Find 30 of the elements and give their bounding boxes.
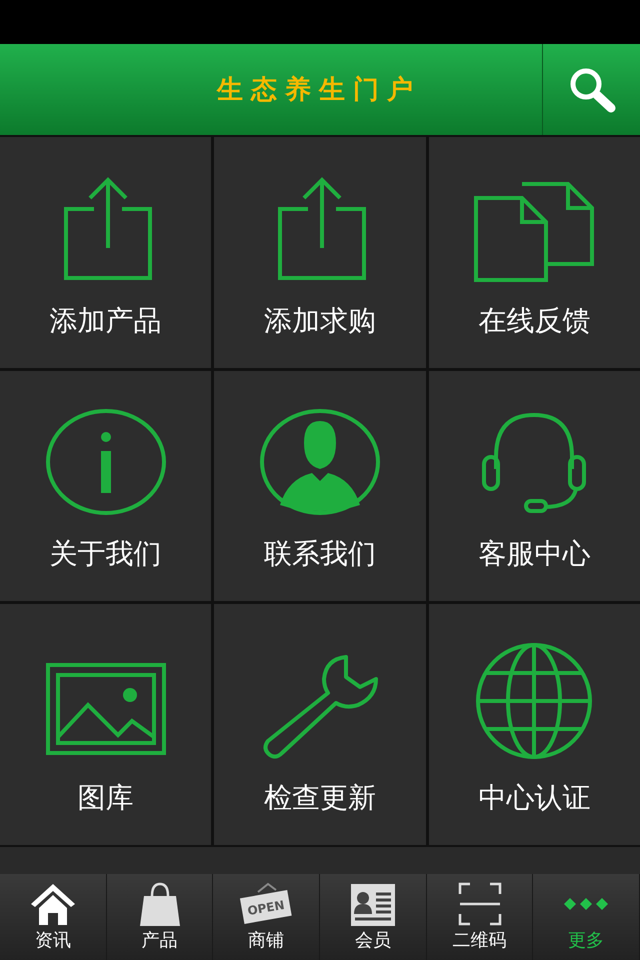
menu-tile[interactable]: 联系我们: [214, 370, 426, 602]
app-title: 生态养生门户: [216, 74, 422, 107]
tile-label: 添加求购: [264, 304, 376, 338]
tab-bar-item[interactable]: 更多: [533, 874, 640, 960]
tile-label: 关于我们: [50, 537, 162, 572]
user-icon: [258, 407, 382, 518]
menu-tile[interactable]: 添加产品: [0, 137, 212, 368]
more-icon: [562, 897, 610, 911]
menu-tile[interactable]: 客服中心: [428, 370, 640, 602]
tile-label: 客服中心: [478, 537, 590, 572]
menu-tile[interactable]: 检查更新: [214, 604, 426, 845]
tile-label: 添加产品: [50, 304, 162, 338]
tile-label: 中心认证: [478, 781, 590, 815]
tile-label: 检查更新: [264, 781, 376, 815]
menu-tile[interactable]: 关于我们: [0, 370, 212, 602]
info-icon: [44, 407, 168, 518]
tab-bar-item[interactable]: 会员: [320, 874, 427, 960]
home-icon: [28, 882, 77, 926]
tile-label: 在线反馈: [478, 304, 590, 338]
menu-tile[interactable]: 添加求购: [214, 137, 426, 368]
tab-bar-item[interactable]: OPEN 商铺: [213, 874, 320, 960]
tile-label: 图库: [78, 781, 134, 815]
id-card-icon: [348, 882, 397, 926]
menu-tile[interactable]: 在线反馈: [428, 137, 640, 368]
menu-tile[interactable]: 中心认证: [428, 604, 640, 845]
menu-tile[interactable]: 图库: [0, 604, 212, 845]
tile-label: 联系我们: [264, 537, 376, 572]
tab-bar-item[interactable]: 产品: [106, 874, 214, 960]
tab-bar-item[interactable]: 资讯: [0, 874, 107, 960]
tab-bar-item[interactable]: 二维码: [426, 874, 534, 960]
